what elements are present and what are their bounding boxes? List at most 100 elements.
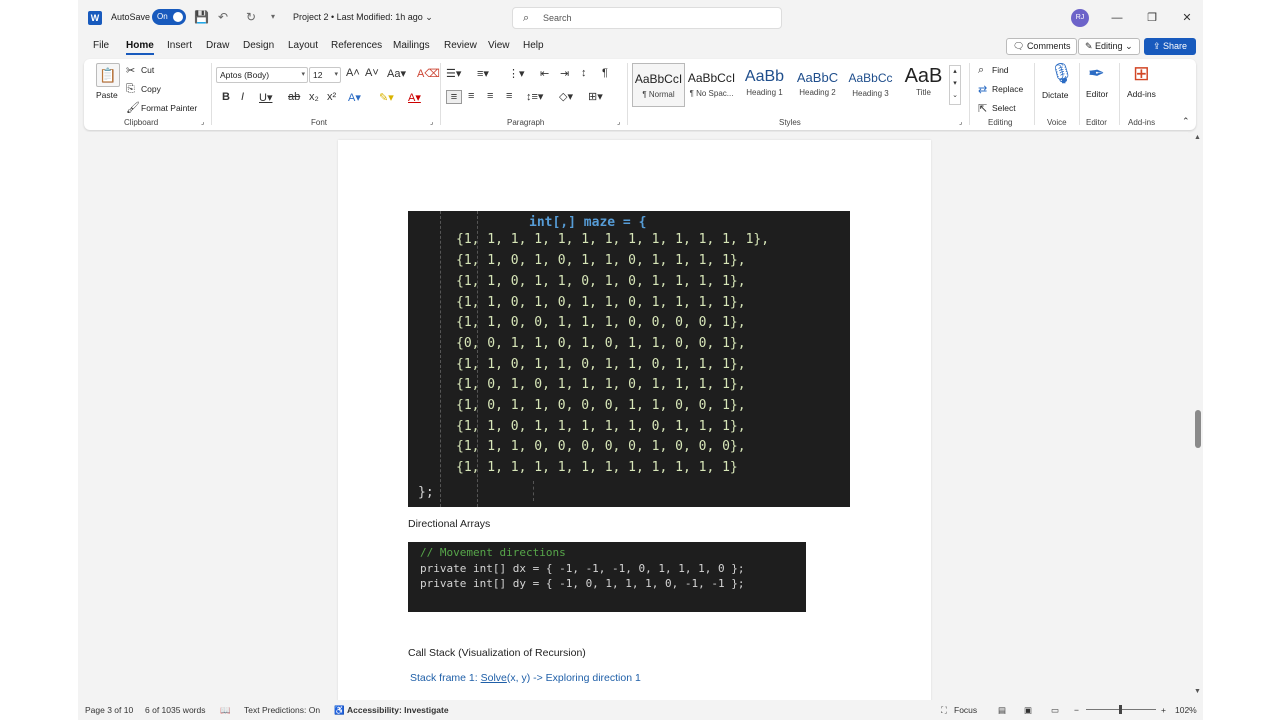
- style-heading-2[interactable]: AaBbC Heading 2: [791, 63, 844, 107]
- solve-link[interactable]: Solve: [481, 672, 507, 684]
- style-heading-1[interactable]: AaBb Heading 1: [738, 63, 791, 107]
- align-left-icon[interactable]: ≡: [446, 90, 462, 104]
- paste-label[interactable]: Paste: [96, 90, 118, 100]
- format-painter-label[interactable]: Format Painter: [141, 103, 197, 113]
- select-icon[interactable]: ⇱: [978, 102, 987, 115]
- numbering-icon[interactable]: ≡▾: [477, 67, 489, 80]
- vertical-scrollbar[interactable]: ▲ ▼: [1192, 132, 1203, 700]
- shading-icon[interactable]: ◇▾: [559, 90, 573, 103]
- highlight-icon[interactable]: ✎▾: [379, 91, 394, 104]
- bullets-icon[interactable]: ☰▾: [446, 67, 461, 80]
- addins-icon[interactable]: ⊞: [1133, 61, 1150, 86]
- underline-icon[interactable]: U▾: [259, 91, 272, 104]
- tab-insert[interactable]: Insert: [167, 40, 192, 51]
- grow-font-icon[interactable]: A˄: [346, 67, 360, 79]
- format-painter-icon[interactable]: 🖌: [126, 101, 140, 114]
- clipboard-launcher-icon[interactable]: ⌟: [201, 118, 204, 126]
- print-layout-icon[interactable]: ▣: [1024, 705, 1032, 716]
- style-no-spacing[interactable]: AaBbCcI ¶ No Spac...: [685, 63, 738, 107]
- change-case-icon[interactable]: Aa▾: [387, 67, 406, 80]
- save-icon[interactable]: 💾: [194, 10, 209, 24]
- sort-icon[interactable]: ↕: [581, 67, 587, 79]
- justify-icon[interactable]: ≡: [506, 90, 512, 102]
- minimize-icon[interactable]: —: [1109, 10, 1125, 26]
- shrink-font-icon[interactable]: A˅: [365, 67, 379, 79]
- style-title[interactable]: AaB Title: [897, 63, 950, 107]
- document-page[interactable]: int[,] maze = { {1, 1, 1, 1, 1, 1, 1, 1,…: [338, 140, 931, 710]
- tab-references[interactable]: References: [331, 40, 382, 51]
- cut-icon[interactable]: ✂: [126, 64, 135, 77]
- tab-design[interactable]: Design: [243, 40, 274, 51]
- style-heading-3[interactable]: AaBbCc Heading 3: [844, 63, 897, 107]
- font-launcher-icon[interactable]: ⌟: [430, 118, 433, 126]
- editing-mode-button[interactable]: ✎ Editing ⌄: [1078, 38, 1140, 55]
- subscript-icon[interactable]: x₂: [309, 91, 319, 103]
- page-count[interactable]: Page 3 of 10: [85, 705, 133, 715]
- italic-icon[interactable]: I: [241, 91, 244, 103]
- tab-home[interactable]: Home: [126, 40, 154, 55]
- directions-code-image[interactable]: // Movement directions private int[] dx …: [408, 542, 806, 612]
- collapse-ribbon-icon[interactable]: ⌃: [1182, 116, 1190, 127]
- tab-layout[interactable]: Layout: [288, 40, 318, 51]
- maze-code-image[interactable]: int[,] maze = { {1, 1, 1, 1, 1, 1, 1, 1,…: [408, 211, 850, 507]
- styles-launcher-icon[interactable]: ⌟: [959, 118, 962, 126]
- web-layout-icon[interactable]: ▭: [1051, 705, 1059, 716]
- editor-icon[interactable]: ✒: [1088, 61, 1105, 86]
- zoom-slider-handle[interactable]: [1119, 705, 1122, 714]
- replace-label[interactable]: Replace: [992, 84, 1023, 94]
- close-icon[interactable]: ✕: [1179, 10, 1195, 26]
- align-center-icon[interactable]: ≡: [468, 90, 474, 102]
- customize-toolbar-icon[interactable]: ▾: [266, 10, 280, 24]
- scroll-up-icon[interactable]: ▲: [1194, 134, 1201, 141]
- font-size-select[interactable]: 12 ▾: [309, 67, 341, 83]
- text-effects-icon[interactable]: A▾: [348, 91, 361, 104]
- microphone-icon[interactable]: 🎙: [1049, 61, 1074, 86]
- tab-file[interactable]: File: [93, 40, 109, 51]
- tab-review[interactable]: Review: [444, 40, 477, 51]
- word-count[interactable]: 6 of 1035 words: [145, 705, 205, 715]
- dictate-label[interactable]: Dictate: [1042, 90, 1068, 100]
- increase-indent-icon[interactable]: ⇥: [560, 67, 569, 80]
- paste-icon[interactable]: 📋: [96, 63, 120, 87]
- share-button[interactable]: ⇪ Share: [1144, 38, 1196, 55]
- editor-label[interactable]: Editor: [1086, 89, 1108, 99]
- multilevel-list-icon[interactable]: ⋮▾: [508, 67, 525, 80]
- read-mode-icon[interactable]: ▤: [998, 705, 1006, 716]
- proofing-icon[interactable]: 📖: [220, 705, 231, 716]
- addins-label[interactable]: Add-ins: [1127, 89, 1156, 99]
- avatar[interactable]: RJ: [1071, 9, 1089, 27]
- tab-mailings[interactable]: Mailings: [393, 40, 430, 51]
- redo-icon[interactable]: ↻: [244, 10, 258, 24]
- paragraph-launcher-icon[interactable]: ⌟: [617, 118, 620, 126]
- font-color-icon[interactable]: A▾: [408, 91, 421, 104]
- cut-label[interactable]: Cut: [141, 65, 154, 75]
- document-title[interactable]: Project 2 • Last Modified: 1h ago ⌄: [293, 12, 433, 23]
- bold-icon[interactable]: B: [222, 91, 230, 103]
- decrease-indent-icon[interactable]: ⇤: [540, 67, 549, 80]
- tab-draw[interactable]: Draw: [206, 40, 229, 51]
- undo-icon[interactable]: ↶: [216, 10, 230, 24]
- restore-icon[interactable]: ❐: [1144, 10, 1160, 26]
- copy-icon[interactable]: ⎘: [126, 83, 135, 96]
- copy-label[interactable]: Copy: [141, 84, 161, 94]
- comments-button[interactable]: 🗨 Comments: [1006, 38, 1078, 55]
- search-box[interactable]: ⌕ Search: [512, 7, 782, 29]
- clear-formatting-icon[interactable]: A⌫: [417, 67, 440, 80]
- autosave-toggle[interactable]: On: [152, 9, 186, 25]
- focus-icon[interactable]: ⛶: [941, 705, 947, 716]
- zoom-level[interactable]: 102%: [1175, 705, 1197, 715]
- line-spacing-icon[interactable]: ↕≡▾: [526, 90, 543, 103]
- superscript-icon[interactable]: x²: [327, 91, 336, 103]
- accessibility-status[interactable]: Accessibility: Investigate: [347, 705, 449, 715]
- scroll-down-icon[interactable]: ▼: [1194, 688, 1201, 695]
- font-name-select[interactable]: Aptos (Body) ▾: [216, 67, 308, 83]
- borders-icon[interactable]: ⊞▾: [588, 90, 603, 103]
- strikethrough-icon[interactable]: ab: [288, 91, 300, 103]
- replace-icon[interactable]: ⇄: [978, 83, 987, 96]
- tab-help[interactable]: Help: [523, 40, 544, 51]
- styles-scroll-icon[interactable]: ▴ ▾ ⌄: [949, 65, 961, 105]
- select-label[interactable]: Select: [992, 103, 1016, 113]
- zoom-in-icon[interactable]: +: [1161, 705, 1166, 715]
- text-predictions[interactable]: Text Predictions: On: [244, 705, 320, 715]
- tab-view[interactable]: View: [488, 40, 510, 51]
